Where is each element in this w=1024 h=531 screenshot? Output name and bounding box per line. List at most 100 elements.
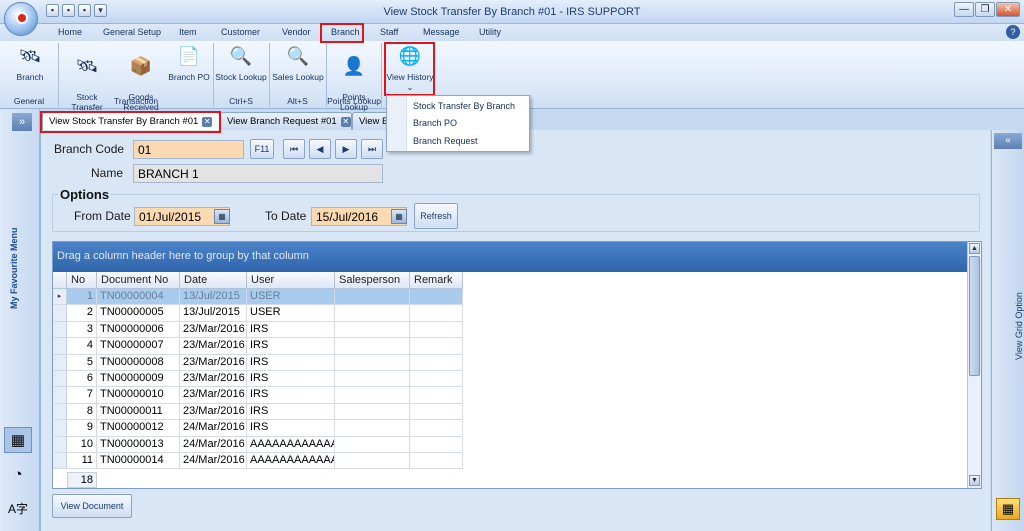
cell-remark: [410, 305, 463, 322]
refresh-button[interactable]: Refresh: [414, 203, 458, 229]
cell-salesperson: [335, 371, 410, 388]
ribbon-branch-button[interactable]: 🛰 Branch: [8, 44, 52, 82]
row-indicator: [53, 321, 67, 339]
table-row[interactable]: 11 TN00000014 24/Mar/2016 AAAAAAAAAAAA: [53, 453, 463, 470]
cell-salesperson: [335, 338, 410, 355]
column-header-document-no[interactable]: Document No: [97, 272, 180, 289]
magnifier-icon: 🔍: [286, 46, 310, 66]
first-record-button[interactable]: ⏮: [283, 139, 305, 159]
ribbon-goods-received-button[interactable]: 📦 Goods Received: [116, 44, 166, 122]
column-header-remark[interactable]: Remark: [410, 272, 463, 289]
group-alt-s: Alt+S: [287, 96, 308, 106]
branch-code-input[interactable]: 01: [133, 140, 244, 159]
cell-no: 8: [67, 403, 97, 421]
chart-icon[interactable]: ◔: [4, 461, 32, 487]
scroll-down-icon[interactable]: ▼: [969, 475, 980, 486]
minimize-button[interactable]: —: [954, 2, 974, 17]
last-record-button[interactable]: ⏭: [361, 139, 383, 159]
cell-salesperson: [335, 305, 410, 322]
favourite-menu-label[interactable]: My Favourite Menu: [9, 227, 19, 309]
branch-code-label: Branch Code: [54, 142, 125, 156]
cell-document-no: TN00000007: [97, 338, 180, 355]
expand-favourites-button[interactable]: »: [12, 113, 32, 131]
branch-name-field: BRANCH 1: [133, 164, 383, 183]
language-icon[interactable]: A字: [4, 495, 32, 521]
menu-item-branch-request[interactable]: Branch Request: [413, 136, 478, 146]
vertical-scrollbar[interactable]: ▲ ▼: [967, 242, 981, 488]
cell-no: 10: [67, 436, 97, 453]
table-row[interactable]: 4 TN00000007 23/Mar/2016 IRS: [53, 338, 463, 355]
table-row[interactable]: 6 TN00000009 23/Mar/2016 IRS: [53, 371, 463, 388]
tab-view-stock-transfer[interactable]: View Stock Transfer By Branch #01 ✕: [42, 112, 220, 130]
table-row[interactable]: 2 TN00000005 13/Jul/2015 USER: [53, 305, 463, 322]
close-tab-icon[interactable]: ✕: [340, 117, 351, 127]
ribbon-view-history-button[interactable]: 🌐 View History ⌄: [386, 44, 434, 92]
column-header-no[interactable]: No: [67, 272, 97, 289]
view-history-dropdown: Stock Transfer By Branch Branch PO Branc…: [386, 95, 530, 152]
group-general: General: [13, 96, 45, 106]
row-indicator: [53, 305, 67, 322]
menu-gutter: [387, 96, 407, 151]
scroll-thumb[interactable]: [969, 256, 980, 376]
tab-message[interactable]: Message: [423, 27, 460, 37]
column-header-salesperson[interactable]: Salesperson: [335, 272, 410, 289]
cell-remark: [410, 420, 463, 437]
cell-user: IRS: [247, 354, 335, 371]
next-record-button[interactable]: ▶: [335, 139, 357, 159]
tab-vendor[interactable]: Vendor: [282, 27, 311, 37]
column-header-date[interactable]: Date: [180, 272, 247, 289]
cell-document-no: TN00000014: [97, 453, 180, 470]
cell-remark: [410, 387, 463, 404]
ribbon-separator: [58, 43, 59, 107]
tab-customer[interactable]: Customer: [221, 27, 260, 37]
application-menu-button[interactable]: [4, 2, 38, 36]
table-row[interactable]: 10 TN00000013 24/Mar/2016 AAAAAAAAAAAA: [53, 436, 463, 453]
tab-view-branch-request[interactable]: View Branch Request #01 ✕: [220, 112, 352, 130]
cell-remark: [410, 371, 463, 388]
previous-record-button[interactable]: ◀: [309, 139, 331, 159]
scroll-up-icon[interactable]: ▲: [969, 243, 980, 254]
tab-utility[interactable]: Utility: [479, 27, 501, 37]
grid-options-icon[interactable]: ▦: [996, 498, 1020, 520]
tab-general-setup[interactable]: General Setup: [103, 27, 161, 37]
ribbon-points-lookup-button[interactable]: 👤 Points Lookup: [332, 44, 376, 122]
box-icon: 📦: [129, 56, 153, 76]
tab-item[interactable]: Item: [179, 27, 197, 37]
table-row[interactable]: ▸ 1 TN00000004 13/Jul/2015 USER: [53, 289, 463, 306]
cube-icon[interactable]: ▦: [4, 427, 32, 453]
cell-remark: [410, 403, 463, 421]
calendar-icon[interactable]: ▦: [391, 209, 407, 224]
cell-user: IRS: [247, 420, 335, 437]
cell-date: 23/Mar/2016: [180, 403, 247, 421]
tab-staff[interactable]: Staff: [380, 27, 398, 37]
close-tab-icon[interactable]: ✕: [202, 117, 213, 127]
view-grid-option-label[interactable]: View Grid Option: [1014, 292, 1024, 360]
cell-date: 23/Mar/2016: [180, 371, 247, 388]
from-date-label: From Date: [74, 209, 131, 223]
ribbon-branch-po-button[interactable]: 📄 Branch PO: [168, 44, 210, 82]
ribbon-stock-lookup-button[interactable]: 🔍 Stock Lookup: [215, 44, 267, 82]
group-ctrl-s: Ctrl+S: [229, 96, 253, 106]
column-header-user[interactable]: User: [247, 272, 335, 289]
menu-item-branch-po[interactable]: Branch PO: [413, 118, 457, 128]
group-by-panel[interactable]: Drag a column header here to group by th…: [53, 242, 969, 272]
collapse-panel-button[interactable]: «: [994, 133, 1022, 149]
table-row[interactable]: 7 TN00000010 23/Mar/2016 IRS: [53, 387, 463, 404]
menu-item-stock-transfer-by-branch[interactable]: Stock Transfer By Branch: [413, 101, 515, 111]
table-row[interactable]: 9 TN00000012 24/Mar/2016 IRS: [53, 420, 463, 437]
row-indicator: [53, 403, 67, 421]
f11-button[interactable]: F11: [250, 139, 274, 159]
table-row[interactable]: 8 TN00000011 23/Mar/2016 IRS: [53, 403, 463, 421]
table-row[interactable]: 3 TN00000006 23/Mar/2016 IRS: [53, 321, 463, 339]
ribbon-sales-lookup-button[interactable]: 🔍 Sales Lookup: [272, 44, 324, 82]
maximize-button[interactable]: ❐: [975, 2, 995, 17]
calendar-icon[interactable]: ▦: [214, 209, 230, 224]
row-count-footer: 18: [67, 472, 97, 488]
help-icon[interactable]: ?: [1006, 25, 1020, 39]
ribbon-stock-transfer-button[interactable]: 🛰 Stock Transfer: [64, 44, 110, 122]
close-button[interactable]: ✕: [996, 2, 1020, 17]
tab-home[interactable]: Home: [58, 27, 82, 37]
table-row[interactable]: 5 TN00000008 23/Mar/2016 IRS: [53, 354, 463, 371]
tab-branch[interactable]: Branch: [331, 27, 360, 37]
view-document-button[interactable]: View Document: [52, 494, 132, 518]
